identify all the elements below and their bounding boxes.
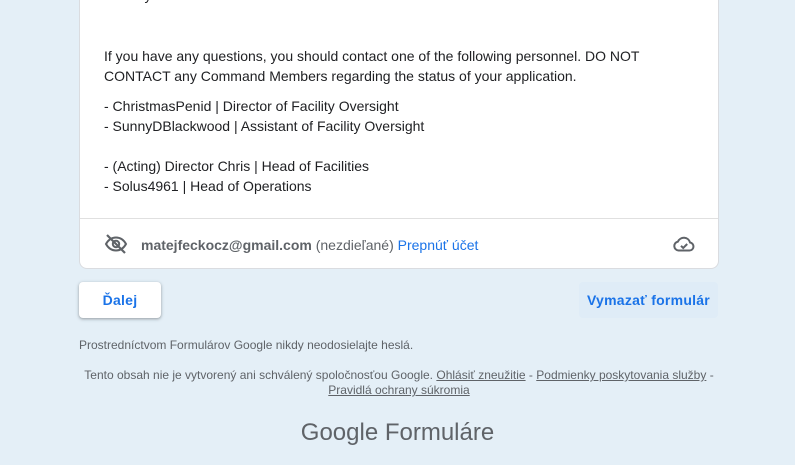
disclaimer-text: Tento obsah nie je vytvorený ani schvále…: [84, 368, 434, 382]
privacy-policy-link[interactable]: Pravidlá ochrany súkromia: [328, 383, 469, 397]
account-info: matejfeckocz@gmail.com (nezdieľané) Prep…: [141, 235, 478, 255]
account-email: matejfeckocz@gmail.com: [141, 237, 312, 253]
personnel-item: - Solus4961 | Head of Operations: [104, 178, 312, 194]
cloud-done-icon: [672, 232, 696, 256]
eye-off-icon: [104, 232, 128, 256]
personnel-item: - ChristmasPenid | Director of Facility …: [104, 98, 399, 114]
clear-form-button[interactable]: Vymazať formulár: [578, 282, 718, 318]
account-row: matejfeckocz@gmail.com (nezdieľané) Prep…: [80, 219, 718, 268]
account-share-status: (nezdieľané): [315, 237, 394, 253]
logo-product-word: Formuláre: [384, 419, 495, 446]
footer-separator: -: [528, 368, 533, 382]
personnel-item: - SunnyDBlackwood | Assistant of Facilit…: [104, 118, 425, 134]
report-abuse-link[interactable]: Ohlásiť zneužitie: [436, 368, 525, 382]
contact-intro-text: If you have any questions, you should co…: [104, 48, 640, 84]
footer-disclaimer: Tento obsah nie je vytvorený ani schvále…: [79, 368, 719, 398]
description-cut-line: ursively: [104, 0, 151, 5]
footer-separator: -: [709, 368, 714, 382]
terms-of-service-link[interactable]: Podmienky poskytovania služby: [536, 368, 706, 382]
google-forms-logo[interactable]: Google Formuláre: [0, 418, 795, 448]
switch-account-link[interactable]: Prepnúť účet: [398, 237, 479, 253]
form-question-card: ursively If you have any questions, you …: [79, 0, 719, 269]
personnel-item: - (Acting) Director Chris | Head of Faci…: [104, 158, 370, 174]
next-button[interactable]: Ďalej: [79, 282, 161, 318]
password-warning: Prostredníctvom Formulárov Google nikdy …: [79, 338, 414, 352]
logo-google-word: Google: [300, 419, 379, 446]
